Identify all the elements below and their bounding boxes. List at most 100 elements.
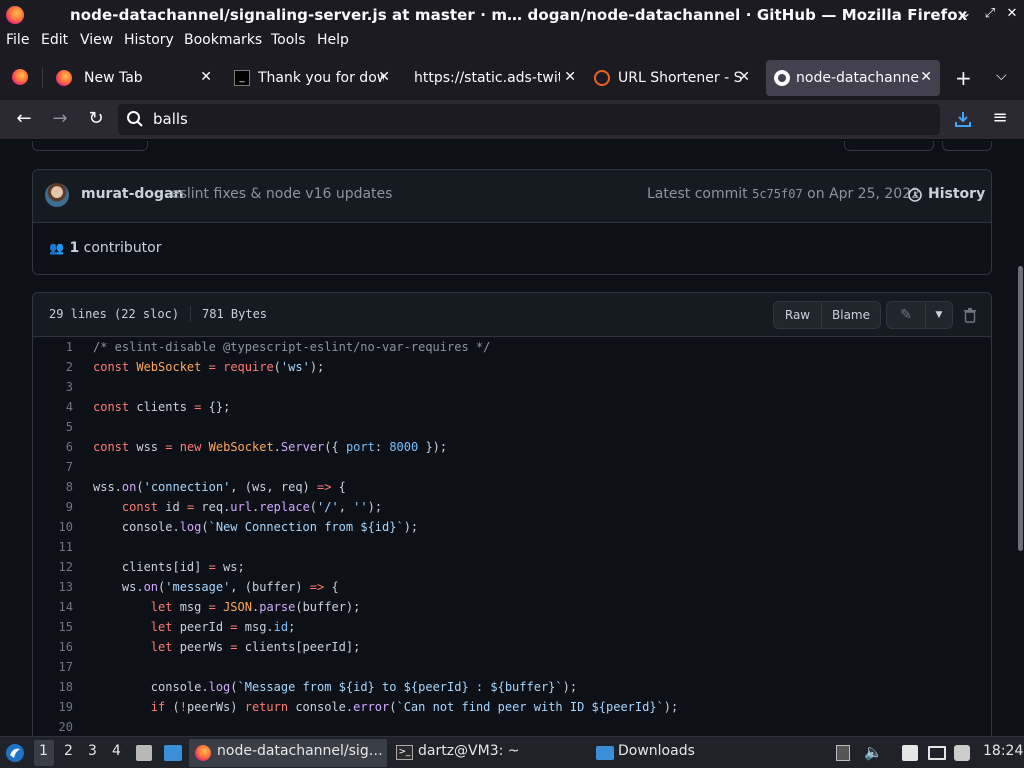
line-number[interactable]: 1 [33,337,73,357]
line-number[interactable]: 10 [33,517,73,537]
contributors-row[interactable]: 👥 1 contributor [49,240,162,256]
code-line: 17 [33,657,991,677]
contributors-label: contributor [83,240,162,256]
file-manager-launcher-icon[interactable] [136,745,152,761]
code-line: 6 const wss = new WebSocket.Server({ port… [33,437,991,457]
line-number[interactable]: 18 [33,677,73,697]
line-number[interactable]: 2 [33,357,73,377]
close-tab-icon[interactable]: ✕ [920,69,932,85]
desktop-icon[interactable] [164,745,182,761]
line-number[interactable]: 16 [33,637,73,657]
line-number[interactable]: 8 [33,477,73,497]
list-all-tabs-icon[interactable]: ⌵ [996,68,1007,84]
line-number[interactable]: 5 [33,417,73,437]
maximize-icon[interactable]: ⤢ [982,6,998,21]
go-to-file-button[interactable] [844,141,934,151]
forward-icon[interactable]: → [48,108,72,129]
line-number[interactable]: 3 [33,377,73,397]
network-icon[interactable] [954,745,970,761]
menu-file[interactable]: File [6,32,29,48]
tab-url-shortener[interactable]: URL Shortener - St ✕ [586,60,758,96]
code-text: ws.on('message', (buffer) => { [93,580,339,594]
history-icon[interactable] [907,187,923,203]
code-line: 18 console.log(`Message from ${id} to ${… [33,677,991,697]
tab-label: https://static.ads-twit [414,70,560,86]
line-number[interactable]: 6 [33,437,73,457]
file-header: 29 lines (22 sloc) 781 Bytes Raw Blame ✎… [33,293,991,337]
commit-message[interactable]: eslint fixes & node v16 updates [171,186,392,202]
raw-button[interactable]: Raw [773,301,822,329]
line-number[interactable]: 7 [33,457,73,477]
code-line: 8 wss.on('connection', (ws, req) => { [33,477,991,497]
task-downloads[interactable]: Downloads [618,743,695,759]
workspace-2[interactable]: 2 [64,743,73,759]
menu-view[interactable]: View [80,32,113,48]
tab-new-tab[interactable]: New Tab ✕ [48,60,220,96]
page-scrollbar[interactable] [1018,266,1023,551]
menu-bookmarks[interactable]: Bookmarks [184,32,262,48]
history-link[interactable]: History [928,186,985,202]
code-line: 12 clients[id] = ws; [33,557,991,577]
menu-help[interactable]: Help [317,32,349,48]
navigation-bar: ← → ↻ balls ≡ [0,100,1024,140]
task-firefox[interactable]: node-datachannel/sig… [217,743,383,759]
line-number[interactable]: 19 [33,697,73,717]
close-window-icon[interactable]: ✕ [1004,6,1020,21]
new-tab-icon[interactable]: + [955,66,972,90]
display-icon[interactable] [928,746,946,760]
workspace-4[interactable]: 4 [112,743,121,759]
workspace-3[interactable]: 3 [88,743,97,759]
edit-button[interactable]: ✎ [886,301,926,329]
line-number[interactable]: 11 [33,537,73,557]
tab-static-ads[interactable]: https://static.ads-twit ✕ [404,60,584,96]
workspace-1[interactable]: 1 [39,743,48,759]
back-icon[interactable]: ← [12,108,36,129]
menu-edit[interactable]: Edit [41,32,68,48]
close-tab-icon[interactable]: ✕ [564,69,576,85]
branch-selector-button[interactable] [32,141,148,151]
close-tab-icon[interactable]: ✕ [200,69,212,85]
tab-thank-you[interactable]: _ Thank you for dow ✕ [226,60,398,96]
url-bar[interactable]: balls [118,104,940,135]
line-number[interactable]: 17 [33,657,73,677]
file-viewer: 29 lines (22 sloc) 781 Bytes Raw Blame ✎… [32,292,992,736]
clipboard-icon[interactable] [836,745,850,761]
firefox-view-icon[interactable] [12,69,28,85]
downloads-icon[interactable] [954,110,972,128]
menu-tools[interactable]: Tools [271,32,306,48]
close-tab-icon[interactable]: ✕ [738,69,750,85]
url-input[interactable]: balls [153,110,188,128]
tab-node-datachannel[interactable]: node-datachannel ✕ [766,60,940,96]
menu-history[interactable]: History [124,32,174,48]
more-options-button[interactable] [942,141,992,151]
code-text: if (!peerWs) return console.error(`Can n… [150,700,679,714]
line-number[interactable]: 15 [33,617,73,637]
task-terminal[interactable]: dartz@VM3: ~ [418,743,520,759]
commit-author[interactable]: murat-dogan [81,186,183,202]
line-number[interactable]: 13 [33,577,73,597]
code-text: console.log(`Message from ${id} to ${pee… [93,680,578,694]
line-number[interactable]: 9 [33,497,73,517]
line-number[interactable]: 4 [33,397,73,417]
search-icon [127,111,143,127]
blame-button[interactable]: Blame [821,301,881,329]
page-content: murat-dogan eslint fixes & node v16 upda… [0,141,1024,736]
reload-icon[interactable]: ↻ [84,108,108,129]
commit-sha[interactable]: 5c75f07 [752,187,803,201]
trash-icon[interactable] [963,307,977,323]
code-line: 5 [33,417,991,437]
start-menu-icon[interactable] [5,743,25,763]
line-number[interactable]: 14 [33,597,73,617]
app-menu-icon[interactable]: ≡ [988,107,1012,128]
file-size: 781 Bytes [202,307,268,321]
line-number[interactable]: 20 [33,717,73,736]
edit-dropdown-button[interactable]: ▼ [925,301,953,329]
notes-icon[interactable] [902,745,918,761]
close-tab-icon[interactable]: ✕ [378,69,390,85]
volume-icon[interactable]: 🔈 [864,743,883,761]
avatar[interactable] [45,183,69,207]
code-line: 1 /* eslint-disable @typescript-eslint/no… [33,337,991,357]
commit-date: on Apr 25, 2022 [807,186,921,202]
minimize-icon[interactable]: ⌄ [958,6,974,21]
line-number[interactable]: 12 [33,557,73,577]
